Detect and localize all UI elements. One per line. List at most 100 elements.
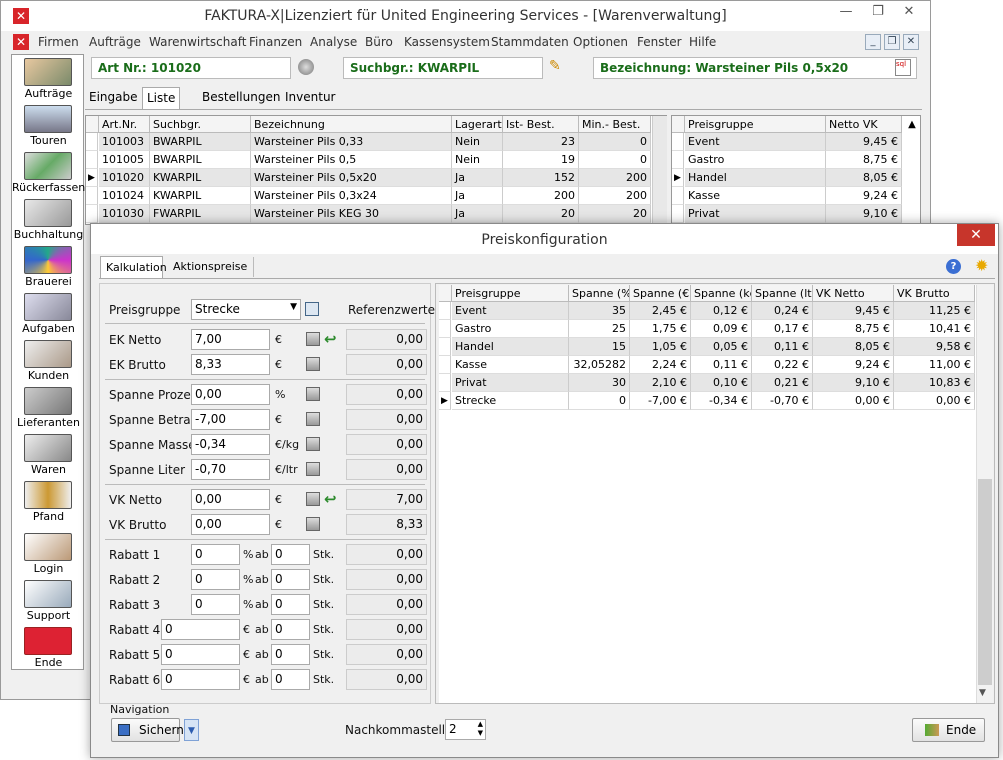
table-cell[interactable]: 15 [569, 338, 630, 356]
row-indicator[interactable] [439, 320, 451, 338]
table-cell[interactable]: Nein [452, 133, 503, 151]
calculator-icon[interactable] [306, 437, 320, 451]
menu-firmen[interactable]: Firmen [38, 35, 79, 49]
tab-kalkulation[interactable]: Kalkulation [100, 256, 167, 278]
dialog-close-button[interactable]: ✕ [957, 224, 995, 246]
calculator-icon[interactable] [306, 462, 320, 476]
minimize-button[interactable]: — [831, 2, 861, 22]
table-cell[interactable]: KWARPIL [150, 187, 251, 205]
rabatt-qty-input[interactable]: 0 [271, 619, 310, 640]
table-cell[interactable]: 152 [503, 169, 579, 187]
row-indicator[interactable] [86, 151, 98, 169]
table-cell[interactable]: 2,10 € [630, 374, 691, 392]
table-cell[interactable]: BWARPIL [150, 133, 251, 151]
field-input[interactable]: -7,00 [191, 409, 270, 430]
scroll-up-icon[interactable]: ▲ [903, 116, 921, 134]
sql-search-icon[interactable]: sql [895, 59, 911, 76]
apply-arrow-icon[interactable]: ↩ [324, 492, 340, 507]
menu-finanzen[interactable]: Finanzen [249, 35, 302, 49]
table-cell[interactable]: -0,70 € [752, 392, 813, 410]
row-indicator[interactable] [672, 151, 684, 169]
table-cell[interactable]: Warsteiner Pils 0,5x20 [251, 169, 452, 187]
preisgruppe-select[interactable]: Strecke ▼ [191, 299, 301, 320]
table-cell[interactable]: Handel [685, 169, 826, 187]
menu-stammdaten[interactable]: Stammdaten [491, 35, 569, 49]
calculator-icon[interactable] [306, 387, 320, 401]
table-cell[interactable]: Warsteiner Pils 0,33 [251, 133, 452, 151]
table-cell[interactable]: 8,75 € [813, 320, 894, 338]
table-cell[interactable]: 30 [569, 374, 630, 392]
calculator-icon[interactable] [306, 412, 320, 426]
col-header[interactable]: Suchbgr. [150, 116, 251, 133]
mdi-restore-button[interactable]: ❐ [884, 34, 900, 50]
nachkommastellen-stepper[interactable]: 2 ▲ ▼ [445, 719, 486, 740]
field-input[interactable]: 8,33 [191, 354, 270, 375]
menu-kassensystem[interactable]: Kassensystem [404, 35, 490, 49]
scrollbar-thumb[interactable] [978, 479, 992, 685]
table-cell[interactable]: 11,25 € [894, 302, 975, 320]
table-cell[interactable]: 23 [503, 133, 579, 151]
apply-arrow-icon[interactable]: ↩ [324, 332, 340, 347]
table-cell[interactable]: 0,00 € [894, 392, 975, 410]
sidebar-item-support[interactable]: Support [12, 578, 85, 625]
sidebar-item-ende[interactable]: Ende [12, 625, 85, 672]
sidebar-item-aufgaben[interactable]: Aufgaben [12, 291, 85, 338]
help-icon[interactable]: ? [946, 259, 961, 274]
scroll-down-icon[interactable]: ▼ [979, 688, 986, 698]
menu-fenster[interactable]: Fenster [637, 35, 682, 49]
field-input[interactable]: 0,00 [191, 514, 270, 535]
table-cell[interactable]: 200 [579, 169, 651, 187]
table-cell[interactable]: Event [452, 302, 569, 320]
tab-bestellungen[interactable]: Bestellungen [198, 87, 284, 109]
row-indicator[interactable] [672, 133, 684, 151]
table-cell[interactable]: Ja [452, 187, 503, 205]
dropdown-arrow-icon[interactable]: ▼ [184, 719, 199, 741]
table-cell[interactable]: 1,05 € [630, 338, 691, 356]
row-indicator[interactable] [672, 187, 684, 205]
col-header[interactable]: Spanne (ltr [752, 285, 813, 302]
table-cell[interactable]: 10,83 € [894, 374, 975, 392]
tab-eingabe[interactable]: Eingabe [85, 87, 142, 109]
table-cell[interactable]: 0 [579, 151, 651, 169]
col-header[interactable]: Lagerartik [452, 116, 503, 133]
col-header[interactable]: Spanne (kg [691, 285, 752, 302]
table-cell[interactable]: -7,00 € [630, 392, 691, 410]
rabatt-qty-input[interactable]: 0 [271, 644, 310, 665]
maximize-button[interactable]: ❐ [863, 2, 893, 22]
rabatt-qty-input[interactable]: 0 [271, 569, 310, 590]
col-header[interactable]: Ist- Best. [503, 116, 579, 133]
mdi-minimize-button[interactable]: _ [865, 34, 881, 50]
table-cell[interactable]: 0,00 € [813, 392, 894, 410]
field-input[interactable]: 0,00 [191, 489, 270, 510]
sidebar-item-lieferanten[interactable]: Lieferanten [12, 385, 85, 432]
sichern-button[interactable]: Sichern [111, 718, 184, 742]
menu-hilfe[interactable]: Hilfe [689, 35, 716, 49]
pencil-icon[interactable]: ✎ [549, 58, 561, 74]
table-cell[interactable]: 9,24 € [813, 356, 894, 374]
table-cell[interactable]: 0,09 € [691, 320, 752, 338]
table-cell[interactable]: Warsteiner Pils KEG 30 [251, 205, 452, 223]
lookup-icon[interactable] [305, 302, 319, 316]
table-cell[interactable]: 101003 [99, 133, 150, 151]
sidebar-item-auftraege[interactable]: Aufträge [12, 56, 85, 103]
table-cell[interactable]: -0,34 € [691, 392, 752, 410]
table-cell[interactable]: 0 [579, 133, 651, 151]
row-indicator[interactable] [86, 187, 98, 205]
row-indicator[interactable] [439, 374, 451, 392]
rabatt-qty-input[interactable]: 0 [271, 594, 310, 615]
table-cell[interactable]: 0,05 € [691, 338, 752, 356]
field-input[interactable]: -0,34 [191, 434, 270, 455]
table-cell[interactable]: 101030 [99, 205, 150, 223]
sidebar-item-touren[interactable]: Touren [12, 103, 85, 150]
table-cell[interactable]: Warsteiner Pils 0,5 [251, 151, 452, 169]
table-cell[interactable]: 19 [503, 151, 579, 169]
calculator-icon[interactable] [306, 517, 320, 531]
rabatt-input[interactable]: 0 [161, 669, 240, 690]
tab-liste[interactable]: Liste [142, 87, 181, 109]
table-cell[interactable]: Nein [452, 151, 503, 169]
table-cell[interactable]: 20 [503, 205, 579, 223]
table-cell[interactable]: Privat [685, 205, 826, 223]
rabatt-qty-input[interactable]: 0 [271, 669, 310, 690]
rabatt-input[interactable]: 0 [191, 544, 240, 565]
menu-optionen[interactable]: Optionen [573, 35, 628, 49]
